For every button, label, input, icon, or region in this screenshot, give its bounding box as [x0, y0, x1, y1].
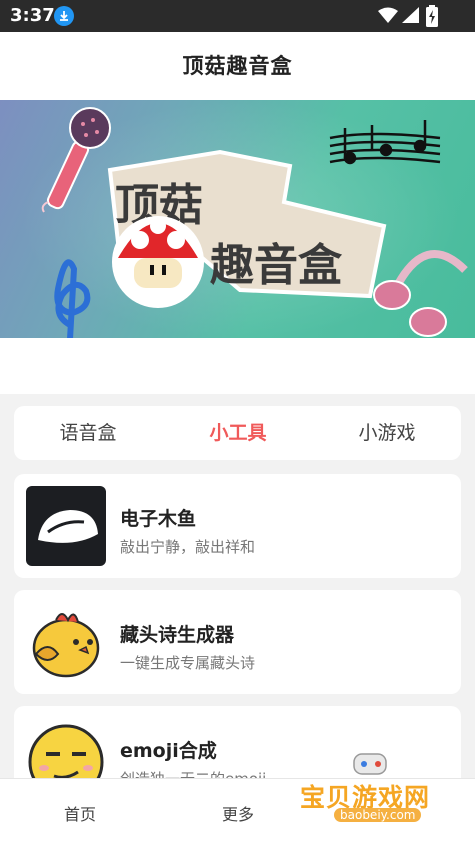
- wifi-icon: [378, 7, 398, 23]
- tab-tools[interactable]: 小工具: [178, 406, 298, 460]
- card-desc: 敲出宁静，敲出祥和: [120, 538, 256, 556]
- app-bar: 顶菇趣音盒: [0, 32, 475, 100]
- wooden-fish-icon: [26, 486, 106, 566]
- card-desc: 一键生成专属藏头诗: [120, 654, 256, 672]
- card-title: emoji合成: [120, 740, 217, 762]
- chick-icon: [26, 602, 106, 682]
- card-title: 电子木鱼: [120, 508, 197, 530]
- banner-title-line2: 趣音盒: [210, 240, 343, 291]
- nav-more[interactable]: 更多: [222, 801, 254, 825]
- card-title: 藏头诗生成器: [120, 624, 235, 646]
- signal-icon: [402, 7, 419, 23]
- status-bar: 3:37: [0, 0, 475, 32]
- tool-card-wooden-fish[interactable]: 电子木鱼 敲出宁静，敲出祥和: [14, 474, 461, 578]
- watermark-url: baobeiy.com: [334, 808, 422, 822]
- download-icon: [54, 6, 74, 26]
- tab-games[interactable]: 小游戏: [327, 406, 447, 460]
- mushroom-icon: [112, 216, 204, 308]
- nav-home[interactable]: 首页: [64, 801, 96, 825]
- watermark-logo: 宝贝游戏网 baobeiy.com: [296, 750, 446, 840]
- banner[interactable]: 顶菇 趣音盒: [0, 100, 475, 338]
- category-tabs: 语音盒 小工具 小游戏: [14, 406, 461, 460]
- banner-footer-strip: [0, 338, 475, 394]
- battery-icon: [426, 5, 438, 27]
- status-time: 3:37: [10, 5, 55, 26]
- tab-voice-box[interactable]: 语音盒: [28, 406, 148, 460]
- tool-card-acrostic[interactable]: 藏头诗生成器 一键生成专属藏头诗: [14, 590, 461, 694]
- page-title: 顶菇趣音盒: [182, 54, 293, 78]
